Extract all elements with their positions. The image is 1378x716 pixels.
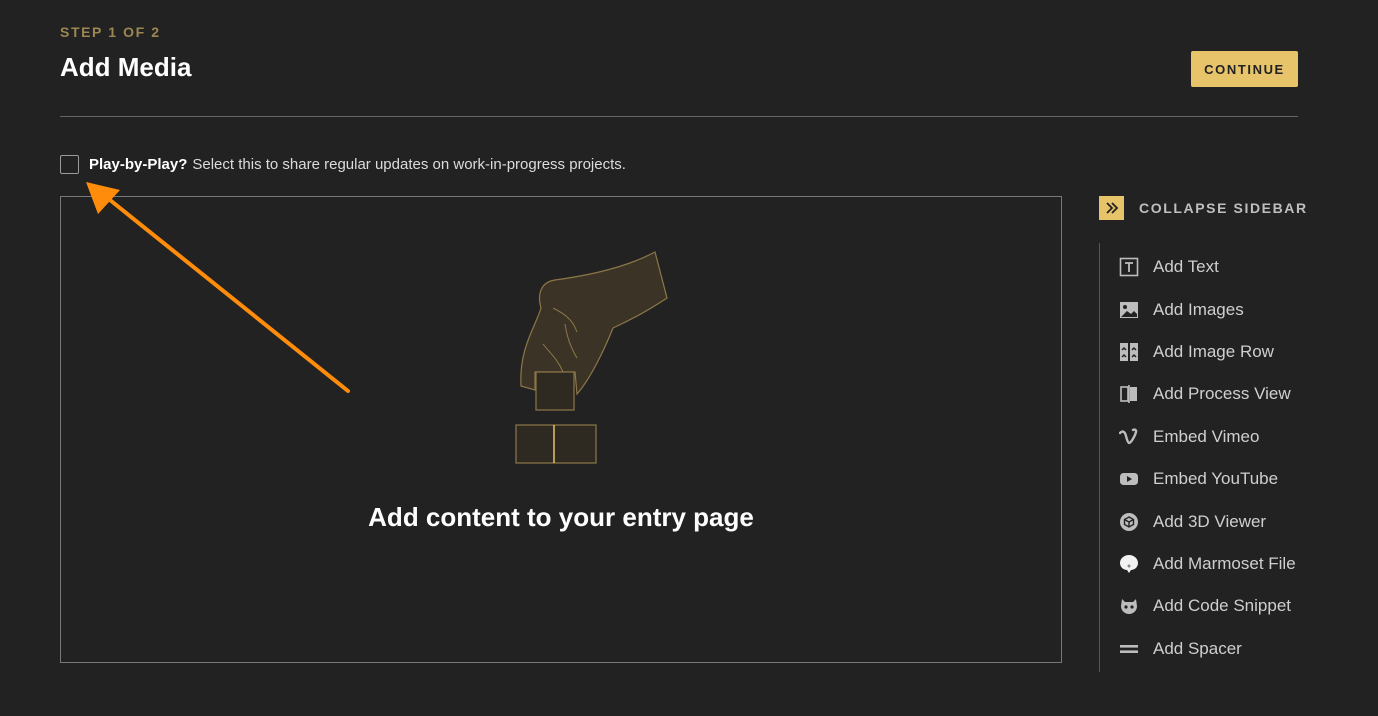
spacer-icon xyxy=(1119,639,1139,659)
sidebar-item-add-images[interactable]: Add Images xyxy=(1119,288,1296,330)
sidebar-item-label: Add Process View xyxy=(1153,384,1291,404)
image-row-icon xyxy=(1119,342,1139,362)
sidebar-divider xyxy=(1099,243,1100,672)
play-by-play-checkbox[interactable] xyxy=(60,154,79,174)
sidebar-item-label: Add Spacer xyxy=(1153,638,1242,658)
play-by-play-description: Select this to share regular updates on … xyxy=(192,155,626,173)
sidebar-item-add-process-view[interactable]: Add Process View xyxy=(1119,373,1296,415)
sidebar-item-label: Add Text xyxy=(1153,257,1219,277)
youtube-icon xyxy=(1119,469,1139,489)
sidebar-item-add-3d-viewer[interactable]: Add 3D Viewer xyxy=(1119,500,1296,542)
sidebar-item-add-spacer[interactable]: Add Spacer xyxy=(1119,628,1296,670)
sidebar-item-add-marmoset-file[interactable]: Add Marmoset File xyxy=(1119,543,1296,585)
sidebar-item-embed-youtube[interactable]: Embed YouTube xyxy=(1119,458,1296,500)
code-snippet-icon xyxy=(1119,596,1139,616)
media-options-list: Add Text Add Images Add Image Row Add Pr… xyxy=(1119,246,1296,670)
step-indicator: STEP 1 OF 2 xyxy=(60,24,161,40)
page-title: Add Media xyxy=(60,52,192,82)
sidebar-item-label: Add Code Snippet xyxy=(1153,596,1291,616)
text-icon xyxy=(1119,257,1139,277)
sidebar-item-label: Add Marmoset File xyxy=(1153,553,1296,573)
process-view-icon xyxy=(1119,384,1139,404)
image-icon xyxy=(1119,300,1139,320)
play-by-play-row: Play-by-Play? Select this to share regul… xyxy=(60,153,626,175)
double-chevron-right-icon xyxy=(1099,196,1124,220)
empty-state-text: Add content to your entry page xyxy=(368,502,754,532)
sidebar-item-label: Embed Vimeo xyxy=(1153,426,1260,446)
sidebar-item-label: Add 3D Viewer xyxy=(1153,511,1267,531)
hand-placing-block-illustration xyxy=(515,251,668,464)
vimeo-icon xyxy=(1119,427,1139,447)
marmoset-icon xyxy=(1119,554,1139,574)
play-by-play-label: Play-by-Play? xyxy=(89,155,188,173)
sidebar-item-embed-vimeo[interactable]: Embed Vimeo xyxy=(1119,416,1296,458)
sidebar-item-label: Add Images xyxy=(1153,299,1244,319)
sidebar-item-add-code-snippet[interactable]: Add Code Snippet xyxy=(1119,585,1296,627)
sidebar-item-label: Add Image Row xyxy=(1153,341,1274,361)
sidebar-item-add-image-row[interactable]: Add Image Row xyxy=(1119,331,1296,373)
3d-viewer-icon xyxy=(1119,512,1139,532)
sidebar-item-add-text[interactable]: Add Text xyxy=(1119,246,1296,288)
continue-button[interactable]: CONTINUE xyxy=(1191,51,1298,87)
collapse-sidebar-button[interactable]: COLLAPSE SIDEBAR xyxy=(1099,196,1308,220)
sidebar-item-label: Embed YouTube xyxy=(1153,469,1279,489)
header-divider xyxy=(60,116,1298,117)
collapse-sidebar-label: COLLAPSE SIDEBAR xyxy=(1139,200,1308,216)
